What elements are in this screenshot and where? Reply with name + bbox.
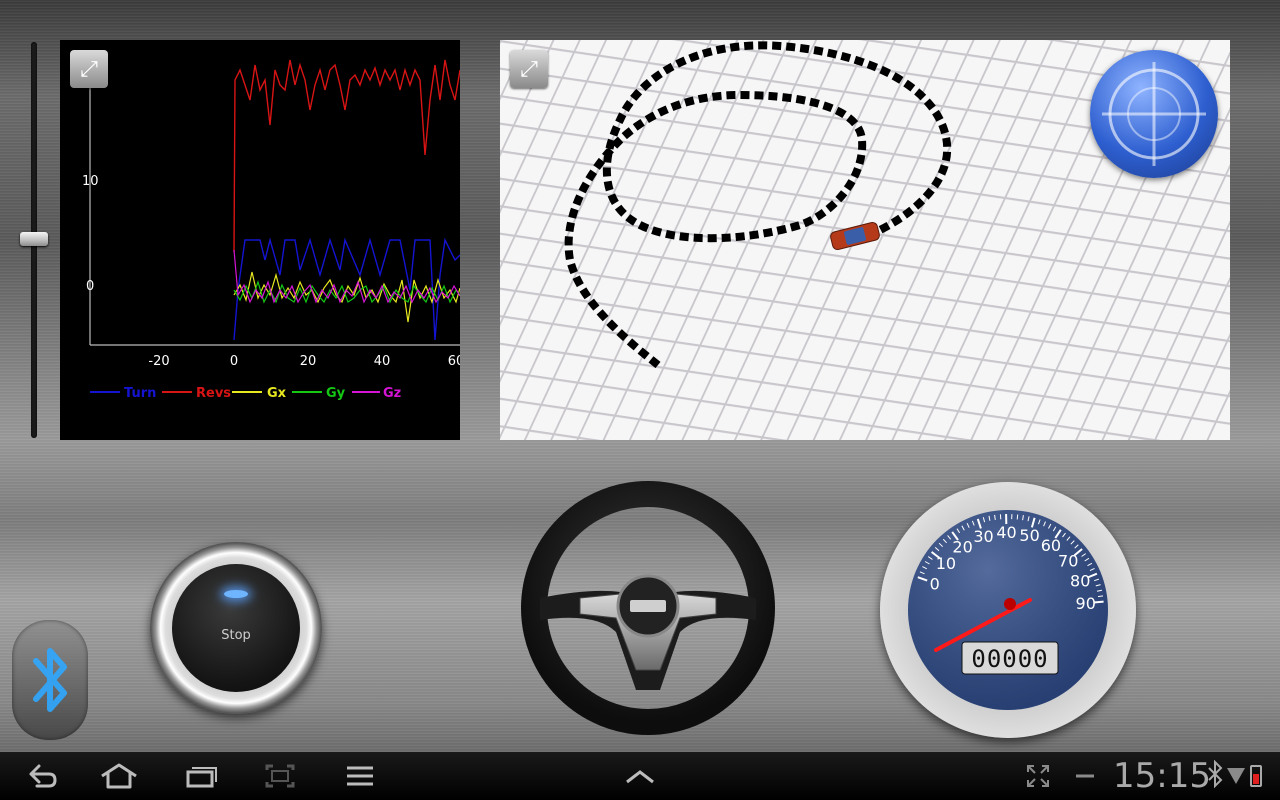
system-navigation-bar: 15:15 — [0, 752, 1280, 800]
bluetooth-button[interactable] — [12, 620, 88, 740]
bluetooth-status-icon — [1208, 760, 1223, 789]
x-tick: 20 — [300, 354, 317, 369]
speed-scale-tick — [1097, 595, 1104, 598]
series-gx-line — [233, 271, 460, 323]
stop-led-indicator — [224, 590, 248, 598]
speed-scale-label: 30 — [973, 527, 993, 546]
x-tick: 40 — [374, 354, 391, 369]
series-revs-line — [233, 59, 460, 253]
menu-icon — [347, 766, 373, 786]
graph-expand-button[interactable]: ⤢ — [70, 50, 108, 88]
sensor-graph-panel: -20 0 20 40 60 10 0 Turn Revs Gx Gy Gz ⤢ — [60, 40, 460, 440]
stop-button-face[interactable]: Stop — [172, 564, 300, 692]
speedometer-dial: 0102030 40 5060708090 00000 — [908, 510, 1108, 710]
speed-scale-label: 80 — [1070, 572, 1090, 591]
status-clock: 15:15 — [1113, 756, 1211, 796]
y-tick: 0 — [86, 279, 94, 294]
speed-scale-label: 90 — [1076, 594, 1096, 613]
minimize-button[interactable] — [1070, 758, 1100, 794]
compass-icon — [1102, 62, 1206, 166]
track-map-panel: ⤢ — [500, 40, 1230, 440]
odometer-value: 00000 — [971, 645, 1048, 673]
x-tick: -20 — [148, 354, 169, 369]
speed-scale-label: 0 — [930, 574, 940, 593]
bluetooth-icon — [33, 648, 67, 712]
speed-scale-tick — [994, 514, 996, 520]
map-expand-button[interactable]: ⤢ — [510, 50, 548, 88]
home-button[interactable] — [96, 758, 142, 794]
fullscreen-button[interactable] — [1022, 758, 1054, 794]
expand-icon: ⤢ — [520, 56, 538, 82]
throttle-slider-thumb[interactable] — [20, 232, 48, 246]
screenshot-button[interactable] — [262, 758, 298, 794]
x-tick: 0 — [230, 354, 238, 369]
back-button[interactable] — [20, 758, 62, 794]
legend-gz-label: Gz — [383, 386, 401, 401]
steering-wheel-logo — [630, 600, 666, 612]
speed-scale-label: 20 — [952, 538, 972, 557]
speed-scale-label: 50 — [1019, 526, 1039, 545]
compass-button[interactable] — [1090, 50, 1218, 178]
signal-icon — [1227, 768, 1245, 784]
x-tick: 60 — [448, 354, 460, 369]
status-icons — [1208, 760, 1262, 789]
stop-label: Stop — [221, 627, 251, 643]
speed-scale-label: 10 — [936, 554, 956, 573]
legend-revs-label: Revs — [196, 386, 231, 401]
stop-button[interactable]: Stop — [150, 542, 322, 714]
recent-apps-button[interactable] — [180, 758, 220, 794]
legend-gy-label: Gy — [326, 386, 346, 401]
back-icon — [29, 764, 57, 788]
speed-scale-label: 40 — [996, 523, 1016, 542]
speed-scale-label: 70 — [1058, 551, 1078, 570]
legend-turn-label: Turn — [124, 386, 156, 401]
recent-apps-icon — [186, 767, 217, 788]
speed-scale-tick — [1016, 514, 1019, 520]
quick-panel-button[interactable] — [620, 758, 660, 794]
menu-button[interactable] — [342, 758, 378, 794]
chevron-up-icon — [626, 770, 654, 784]
expand-icon: ⤢ — [80, 56, 98, 82]
legend-gx-label: Gx — [267, 386, 287, 401]
sensor-graph: -20 0 20 40 60 10 0 Turn Revs Gx Gy Gz — [82, 59, 460, 401]
home-icon — [101, 763, 137, 789]
steering-wheel[interactable] — [520, 480, 780, 740]
minus-icon — [1076, 774, 1094, 778]
y-tick: 10 — [82, 174, 99, 189]
screenshot-icon — [265, 764, 295, 788]
fullscreen-icon — [1027, 765, 1049, 787]
speedometer: 0 10 20 30 40 50 60 70 80 90 00000 — [880, 482, 1136, 738]
